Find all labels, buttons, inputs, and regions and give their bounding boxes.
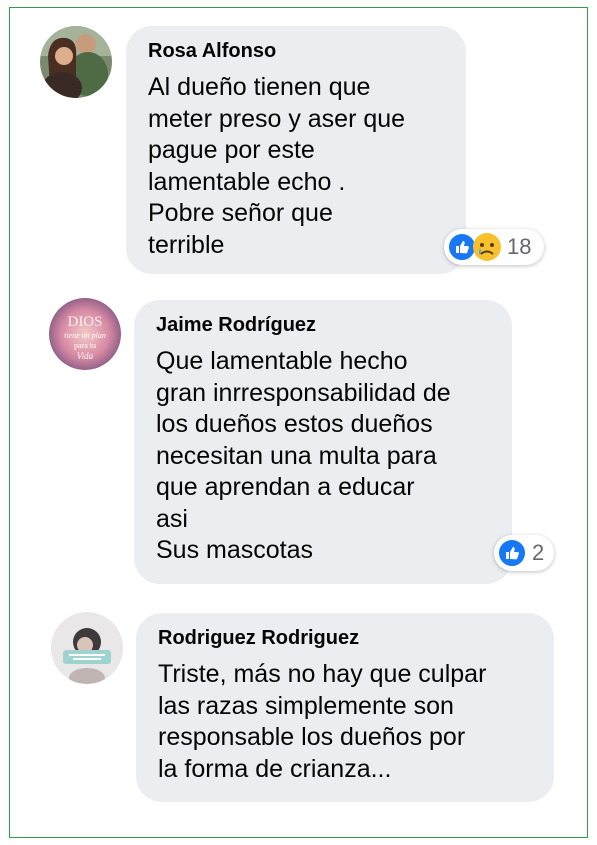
avatar[interactable] [51, 612, 123, 684]
avatar[interactable] [40, 26, 112, 98]
reaction-summary[interactable]: 18 [444, 229, 544, 265]
comment-bubble: Jaime Rodríguez Que lamentable hecho gra… [134, 300, 512, 584]
comment-text: Triste, más no hay que culpar las razas … [158, 660, 487, 783]
reaction-count: 2 [532, 540, 545, 565]
comment-author[interactable]: Jaime Rodríguez [156, 312, 494, 338]
comment-bubble: Rodriguez Rodriguez Triste, más no hay q… [136, 613, 554, 802]
comment-text: Al dueño tienen que meter preso y aser q… [148, 73, 406, 259]
comment-author[interactable]: Rodriguez Rodriguez [158, 625, 536, 651]
avatar-text: tiene un plan [64, 331, 106, 340]
avatar-text: Vida [77, 351, 94, 361]
comment-text: Que lamentable hecho gran inrresponsabil… [156, 347, 451, 564]
reaction-count: 18 [507, 234, 532, 259]
avatar-text: para tu [74, 341, 96, 350]
avatar[interactable]: DIOS tiene un plan para tu Vida [49, 298, 121, 370]
comment-bubble: Rosa Alfonso Al dueño tienen que meter p… [126, 26, 466, 274]
reaction-summary[interactable]: 2 [494, 535, 554, 571]
sad-icon [472, 232, 502, 262]
avatar-text: DIOS [67, 314, 102, 330]
comment-author[interactable]: Rosa Alfonso [148, 38, 448, 64]
like-icon [497, 538, 527, 568]
